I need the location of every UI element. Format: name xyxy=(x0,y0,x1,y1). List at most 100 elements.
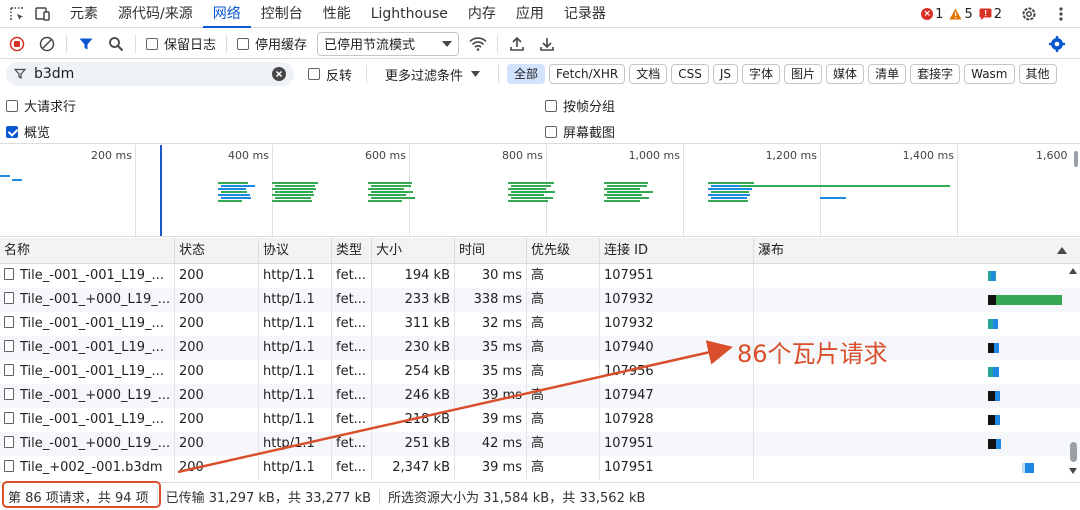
timeline-overview[interactable]: 200 ms 400 ms 600 ms 800 ms 1,000 ms 1,2… xyxy=(0,145,1080,237)
column-header-priority[interactable]: 优先级 xyxy=(527,238,600,264)
tab-recorder[interactable]: 记录器 xyxy=(554,0,616,28)
table-row[interactable]: Tile_-001_+000_L19_... 200 http/1.1 fet... 2… xyxy=(0,384,1080,408)
overview-request-bar xyxy=(272,182,318,184)
tab-lighthouse[interactable]: Lighthouse xyxy=(361,0,458,28)
device-toolbar-icon[interactable] xyxy=(30,1,56,27)
disable-cache-checkbox[interactable]: 停用缓存 xyxy=(237,34,307,53)
grid-line xyxy=(957,145,958,236)
tick-label: 200 ms xyxy=(91,149,132,162)
table-row[interactable]: Tile_-001_-001_L19_... 200 http/1.1 fet... 3… xyxy=(0,312,1080,336)
type-filter-fetch-xhr[interactable]: Fetch/XHR xyxy=(549,64,626,84)
overview-request-bar xyxy=(708,200,748,202)
type-filter-all[interactable]: 全部 xyxy=(507,64,546,84)
preserve-log-checkbox[interactable]: 保留日志 xyxy=(146,34,216,53)
grid-line xyxy=(683,145,684,236)
overview-request-bar xyxy=(508,188,546,190)
type-filter-js[interactable]: JS xyxy=(712,64,739,84)
column-header-type[interactable]: 类型 xyxy=(332,238,372,264)
cell-time: 35 ms xyxy=(455,360,527,384)
network-conditions-icon[interactable] xyxy=(463,30,493,58)
column-header-connection-id[interactable]: 连接 ID xyxy=(600,238,754,264)
group-by-frame-checkbox[interactable]: 按帧分组 xyxy=(545,96,615,115)
overview-checkbox[interactable]: 概览 xyxy=(6,122,50,141)
issues-count[interactable]: 2 xyxy=(979,7,1002,22)
record-stop-icon[interactable] xyxy=(2,30,32,58)
cell-conn: 107932 xyxy=(600,288,754,312)
tab-sources[interactable]: 源代码/来源 xyxy=(108,0,203,28)
table-row[interactable]: Tile_-001_-001_L19_... 200 http/1.1 fet... 2… xyxy=(0,360,1080,384)
type-filter-css[interactable]: CSS xyxy=(671,64,709,84)
overview-request-bar xyxy=(275,185,315,187)
error-icon: × xyxy=(921,8,934,20)
cell-priority: 高 xyxy=(527,336,600,360)
type-filter-img[interactable]: 图片 xyxy=(784,64,823,84)
overview-request-bar xyxy=(221,191,247,193)
clear-search-icon[interactable] xyxy=(272,67,286,81)
request-name: Tile_-001_+000_L19_... xyxy=(20,388,171,403)
filter-input[interactable] xyxy=(34,66,264,82)
tab-elements[interactable]: 元素 xyxy=(60,0,108,28)
column-header-protocol[interactable]: 协议 xyxy=(259,238,332,264)
column-header-size[interactable]: 大小 xyxy=(372,238,455,264)
column-header-name[interactable]: 名称 xyxy=(0,238,175,264)
table-row[interactable]: Tile_+002_-001.b3dm 200 http/1.1 fet... 2,34… xyxy=(0,456,1080,480)
filter-icon[interactable] xyxy=(71,30,101,58)
sort-ascending-icon[interactable] xyxy=(1057,247,1067,254)
overview-request-bar xyxy=(272,194,314,196)
cell-time: 39 ms xyxy=(455,408,527,432)
checkbox-box[interactable] xyxy=(6,125,18,138)
type-filter-font[interactable]: 字体 xyxy=(742,64,781,84)
more-filters-dropdown[interactable]: 更多过滤条件 xyxy=(385,65,481,84)
annotation-label: 86个瓦片请求 xyxy=(737,340,888,368)
scrollbar-thumb[interactable] xyxy=(1070,442,1077,462)
checkbox-box[interactable] xyxy=(146,37,158,50)
more-options-icon[interactable] xyxy=(1048,1,1074,27)
invert-checkbox[interactable]: 反转 xyxy=(308,65,352,84)
export-har-icon[interactable] xyxy=(532,30,562,58)
table-row[interactable]: Tile_-001_-001_L19_... 200 http/1.1 fet... 1… xyxy=(0,264,1080,288)
divider xyxy=(366,65,368,83)
scroll-up-arrow-icon[interactable] xyxy=(1069,268,1077,274)
checkbox-box[interactable] xyxy=(237,37,250,50)
checkbox-box[interactable] xyxy=(545,99,557,112)
filter-search[interactable] xyxy=(6,62,294,86)
throttling-select[interactable]: 已停用节流模式 xyxy=(317,31,460,56)
clear-icon[interactable] xyxy=(32,30,62,58)
type-filter-ws[interactable]: 套接字 xyxy=(910,64,961,84)
tab-performance[interactable]: 性能 xyxy=(313,0,361,28)
type-filter-wasm[interactable]: Wasm xyxy=(964,64,1015,84)
request-name: Tile_-001_+000_L19_... xyxy=(20,436,171,451)
import-har-icon[interactable] xyxy=(502,30,532,58)
cell-type: fet... xyxy=(332,384,372,408)
large-rows-checkbox[interactable]: 大请求行 xyxy=(6,96,76,115)
search-icon[interactable] xyxy=(101,30,131,58)
scroll-down-arrow-icon[interactable] xyxy=(1069,468,1077,474)
table-row[interactable]: Tile_-001_-001_L19_... 200 http/1.1 fet... 2… xyxy=(0,336,1080,360)
settings-gear-icon[interactable] xyxy=(1016,1,1042,27)
overview-scroll-handle[interactable] xyxy=(1074,151,1078,167)
table-row[interactable]: Tile_-001_-001_L19_... 200 http/1.1 fet... 2… xyxy=(0,408,1080,432)
inspect-element-icon[interactable] xyxy=(4,1,30,27)
column-header-waterfall[interactable]: 瀑布 xyxy=(754,238,1080,264)
type-filter-doc[interactable]: 文档 xyxy=(629,64,668,84)
checkbox-box[interactable] xyxy=(308,68,320,80)
tab-application[interactable]: 应用 xyxy=(506,0,554,28)
network-settings-gear-icon[interactable] xyxy=(1042,30,1072,58)
table-row[interactable]: Tile_-001_+000_L19_... 200 http/1.1 fet... 2… xyxy=(0,432,1080,456)
type-filter-media[interactable]: 媒体 xyxy=(826,64,865,84)
column-header-status[interactable]: 状态 xyxy=(175,238,259,264)
table-row[interactable]: Tile_-001_+000_L19_... 200 http/1.1 fet... 2… xyxy=(0,288,1080,312)
error-count[interactable]: × 1 xyxy=(921,7,943,22)
type-filter-other[interactable]: 其他 xyxy=(1018,64,1057,84)
checkbox-box[interactable] xyxy=(6,99,18,112)
tab-console[interactable]: 控制台 xyxy=(251,0,313,28)
type-filter-manifest[interactable]: 清单 xyxy=(868,64,907,84)
table-scrollbar[interactable] xyxy=(1066,264,1080,482)
tab-memory[interactable]: 内存 xyxy=(458,0,506,28)
checkbox-box[interactable] xyxy=(545,125,557,138)
screenshots-checkbox[interactable]: 屏幕截图 xyxy=(545,122,615,141)
warning-count[interactable]: 5 xyxy=(949,7,973,22)
column-header-time[interactable]: 时间 xyxy=(455,238,527,264)
overview-request-bar xyxy=(511,191,555,193)
tab-network[interactable]: 网络 xyxy=(202,0,251,28)
